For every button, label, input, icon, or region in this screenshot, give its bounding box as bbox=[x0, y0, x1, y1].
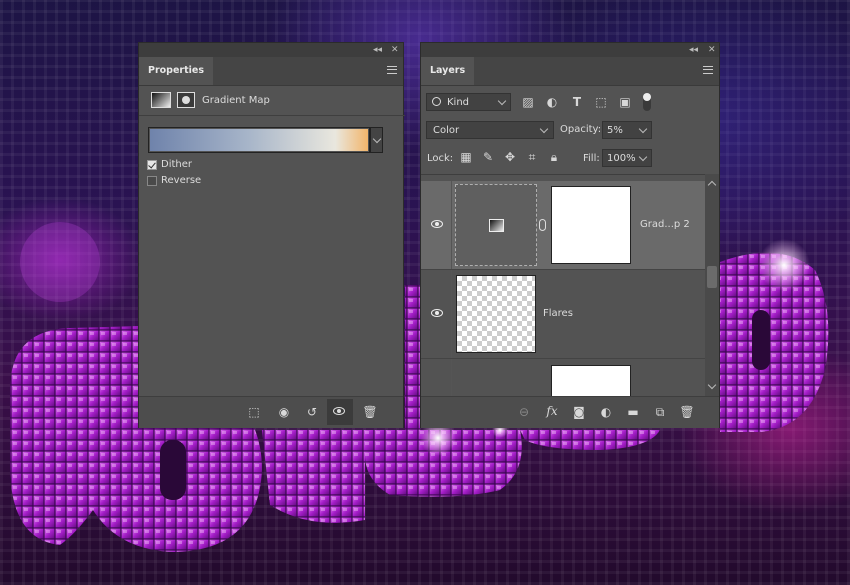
gradient-fill bbox=[150, 129, 368, 151]
search-icon bbox=[432, 97, 441, 106]
fill-label: Fill: bbox=[583, 153, 600, 164]
adjustment-layer-filter-icon[interactable]: ◐ bbox=[545, 95, 559, 109]
close-panel-button[interactable]: ✕ bbox=[708, 44, 716, 56]
scrollbar-thumb[interactable] bbox=[707, 266, 717, 288]
fill-input[interactable]: 100% bbox=[602, 149, 652, 167]
panel-menu-icon[interactable] bbox=[703, 66, 713, 74]
layers-title-strip: ◂◂ ✕ bbox=[421, 43, 719, 57]
collapse-panel-button[interactable]: ◂◂ bbox=[373, 44, 382, 56]
smart-object-filter-icon[interactable]: ▣ bbox=[618, 95, 632, 109]
checkmark-icon bbox=[148, 160, 156, 169]
lock-all-icon[interactable]: 🔒︎ bbox=[547, 150, 561, 164]
header-divider bbox=[139, 115, 405, 116]
collapse-panel-button[interactable]: ◂◂ bbox=[689, 44, 698, 56]
layers-panel: ◂◂ ✕ Layers Kind ▨ ◐ T ⬚ ▣ Color Opacity… bbox=[420, 42, 720, 428]
layer-mask-icon[interactable] bbox=[177, 92, 195, 108]
adjustment-thumbnail[interactable] bbox=[455, 184, 537, 266]
trash-icon[interactable]: 🗑 bbox=[678, 405, 696, 419]
close-panel-button[interactable]: ✕ bbox=[391, 44, 399, 56]
chevron-down-icon bbox=[372, 134, 382, 144]
dither-label: Dither bbox=[161, 159, 193, 170]
chevron-down-icon bbox=[638, 124, 648, 134]
reverse-label: Reverse bbox=[161, 175, 202, 186]
gradient-map-adjustment-icon[interactable] bbox=[151, 92, 171, 108]
shape-layer-filter-icon[interactable]: ⬚ bbox=[594, 95, 608, 109]
lock-label: Lock: bbox=[427, 153, 454, 164]
layer-row[interactable]: Grad...p 2 bbox=[421, 181, 705, 270]
gradient-dropdown-button[interactable] bbox=[370, 127, 383, 153]
clip-to-layer-icon[interactable]: ⬚ bbox=[245, 405, 263, 419]
pixel-layer-filter-icon[interactable]: ▨ bbox=[521, 95, 535, 109]
layer-list: Grad...p 2 Flares bbox=[421, 174, 705, 397]
properties-bottom-toolbar: ⬚ ◉ ↺ 🗑 bbox=[139, 396, 403, 428]
chevron-down-icon bbox=[638, 152, 648, 162]
reverse-checkbox[interactable] bbox=[147, 176, 157, 186]
scroll-down-icon[interactable] bbox=[707, 380, 717, 390]
layer-style-fx-icon[interactable]: fx bbox=[543, 404, 561, 418]
artboard-lock-icon[interactable]: ⌗ bbox=[525, 150, 539, 164]
layer-name[interactable]: Grad...p 2 bbox=[640, 219, 690, 230]
lock-position-icon[interactable]: ✥ bbox=[503, 150, 517, 164]
layer-mask-thumbnail[interactable] bbox=[551, 365, 631, 397]
dither-checkbox[interactable] bbox=[147, 160, 157, 170]
adjustment-title: Gradient Map bbox=[202, 95, 270, 106]
layer-thumbnail[interactable] bbox=[456, 275, 536, 353]
opacity-label: Opacity: bbox=[560, 124, 602, 135]
blend-mode-select[interactable]: Color bbox=[426, 121, 554, 139]
filter-toggle-switch[interactable] bbox=[643, 93, 651, 111]
filter-kind-value: Kind bbox=[447, 97, 470, 108]
trash-icon[interactable]: 🗑 bbox=[361, 405, 379, 419]
lock-transparency-icon[interactable]: ▦ bbox=[459, 150, 473, 164]
layer-row[interactable]: Flares bbox=[421, 270, 705, 359]
add-mask-icon[interactable]: ◙ bbox=[570, 405, 588, 419]
opacity-value: 5% bbox=[607, 125, 623, 136]
tab-layers[interactable]: Layers bbox=[421, 57, 475, 85]
filter-kind-select[interactable]: Kind bbox=[426, 93, 511, 111]
layer-mask-thumbnail[interactable] bbox=[551, 186, 631, 264]
view-previous-state-icon[interactable]: ◉ bbox=[275, 405, 293, 419]
chain-link-icon[interactable] bbox=[539, 219, 546, 231]
properties-title-strip: ◂◂ ✕ bbox=[139, 43, 403, 57]
properties-tab-bar: Properties bbox=[139, 57, 403, 86]
new-group-folder-icon[interactable]: ▬ bbox=[624, 405, 642, 419]
visibility-toggle-button[interactable] bbox=[327, 399, 353, 425]
gradient-preview[interactable] bbox=[148, 127, 370, 153]
fill-value: 100% bbox=[607, 153, 636, 164]
scroll-up-icon[interactable] bbox=[707, 180, 717, 190]
layers-tab-bar: Layers bbox=[421, 57, 719, 86]
tab-properties[interactable]: Properties bbox=[139, 57, 213, 85]
blend-mode-value: Color bbox=[433, 125, 460, 136]
gradient-map-adjustment-icon bbox=[489, 219, 504, 232]
lock-image-pixels-icon[interactable]: ✎ bbox=[481, 150, 495, 164]
panel-menu-icon[interactable] bbox=[387, 66, 397, 74]
type-layer-filter-icon[interactable]: T bbox=[570, 95, 584, 109]
layer-name[interactable]: Flares bbox=[543, 308, 573, 319]
chevron-down-icon bbox=[539, 124, 549, 134]
layers-bottom-toolbar: ⊖ fx ◙ ◐ ▬ ⧉ 🗑 bbox=[421, 396, 719, 428]
link-layers-icon[interactable]: ⊖ bbox=[515, 405, 533, 419]
layer-row[interactable] bbox=[421, 359, 705, 397]
new-layer-icon[interactable]: ⧉ bbox=[651, 405, 669, 419]
chevron-down-icon bbox=[497, 96, 507, 106]
layer-list-scrollbar[interactable] bbox=[705, 174, 719, 396]
new-adjustment-layer-icon[interactable]: ◐ bbox=[597, 405, 615, 419]
reset-icon[interactable]: ↺ bbox=[303, 405, 321, 419]
opacity-input[interactable]: 5% bbox=[602, 121, 652, 139]
properties-panel: ◂◂ ✕ Properties Gradient Map Dither Reve… bbox=[138, 42, 405, 428]
